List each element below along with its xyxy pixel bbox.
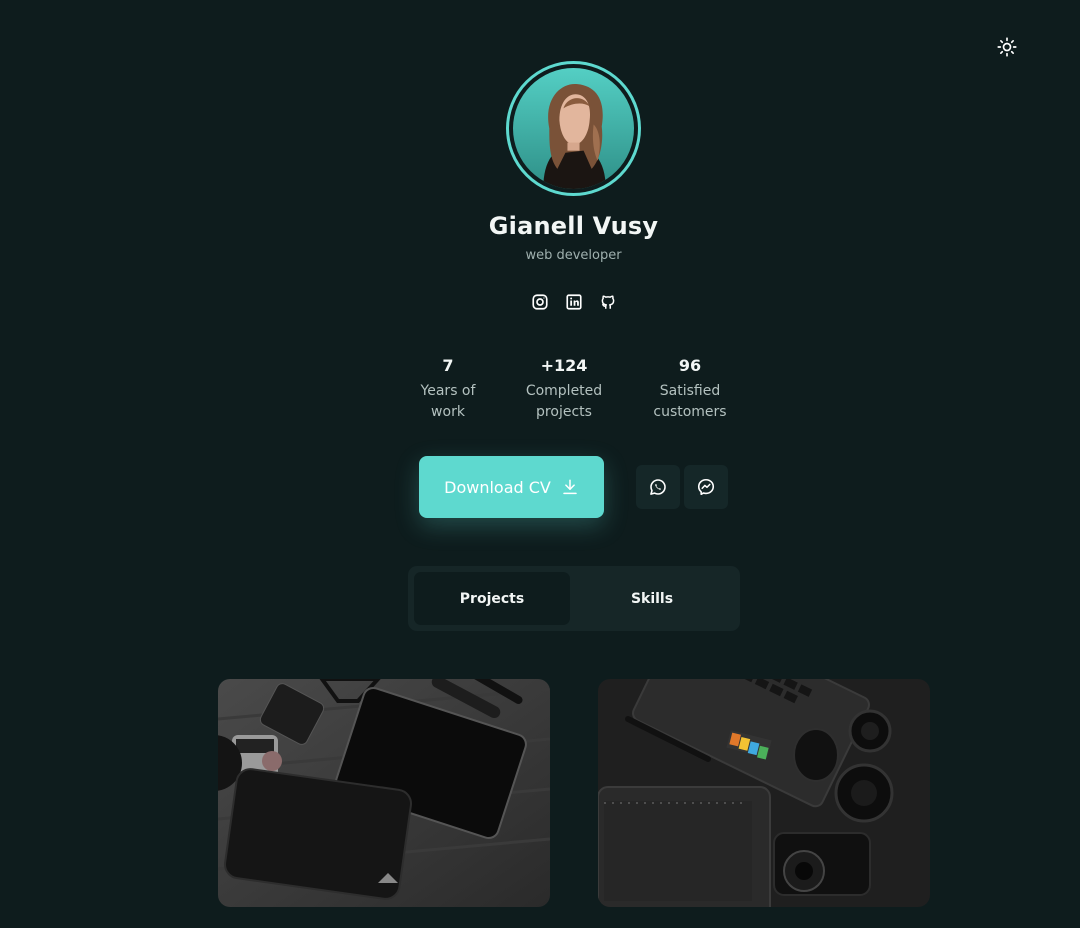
project-image-workspace [598, 679, 930, 907]
portfolio-page: Gianell Vusy web developer 7 Years of wo… [0, 0, 1080, 928]
sun-icon [997, 37, 1017, 57]
instagram-icon [532, 294, 548, 310]
tab-bar: Projects Skills [408, 566, 740, 631]
stat-label: Completed projects [525, 383, 603, 420]
profile-photo [513, 68, 634, 189]
avatar [506, 61, 641, 196]
stat-label: Satisfied customers [653, 383, 727, 420]
tab-projects[interactable]: Projects [414, 572, 570, 625]
instagram-link[interactable] [530, 292, 550, 312]
stat-value: +124 [540, 356, 588, 375]
github-icon [601, 295, 615, 309]
tab-skills[interactable]: Skills [570, 572, 734, 625]
social-links [530, 292, 618, 312]
stat-customers: 96 Satisfied customers [640, 356, 740, 423]
whatsapp-button[interactable] [636, 465, 680, 509]
stat-years: 7 Years of work [410, 356, 486, 423]
download-cv-button[interactable]: Download CV [419, 456, 604, 518]
project-image-devices [218, 679, 550, 907]
github-link[interactable] [598, 292, 618, 312]
stat-projects: +124 Completed projects [518, 356, 610, 423]
project-card[interactable] [218, 679, 550, 907]
profile-name: Gianell Vusy [488, 212, 659, 240]
download-cv-label: Download CV [444, 477, 551, 497]
linkedin-icon [566, 294, 582, 310]
stat-label: Years of work [420, 383, 476, 420]
download-icon [563, 479, 577, 495]
whatsapp-icon [650, 479, 666, 495]
profile-role: web developer [525, 248, 622, 263]
stat-value: 7 [442, 356, 454, 375]
project-card[interactable] [598, 679, 930, 907]
messenger-button[interactable] [684, 465, 728, 509]
linkedin-link[interactable] [564, 292, 584, 312]
messenger-icon [697, 478, 715, 496]
theme-toggle-button[interactable] [995, 35, 1019, 59]
stat-value: 96 [678, 356, 702, 375]
